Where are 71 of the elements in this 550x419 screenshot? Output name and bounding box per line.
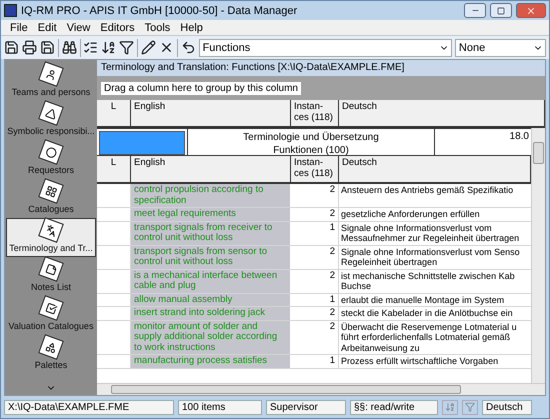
status-user: Supervisor (266, 400, 346, 414)
menu-item[interactable]: View (62, 22, 96, 34)
table-cell: manufacturing process satisfies (131, 355, 291, 368)
group-value: 18.0 (508, 130, 530, 144)
column-header[interactable]: Deutsch (339, 100, 545, 126)
table-cell-text: erlaubt die manuelle Montage im System (340, 294, 506, 306)
app-icon (4, 4, 17, 17)
table-cell: transport signals from receiver to control unit without loss (131, 222, 291, 244)
minimize-button[interactable] (464, 3, 486, 18)
sidebar-item[interactable]: Notes List (6, 257, 96, 296)
column-header[interactable]: Instan- ces (118) (291, 100, 339, 126)
table-cell: 2 (291, 270, 339, 292)
horizontal-scrollbar[interactable] (97, 383, 545, 395)
status-file: X:\IQ-Data\EXAMPLE.FME (4, 400, 174, 414)
column-header[interactable]: English (131, 100, 291, 126)
table-cell-text: Signale ohne Informationsverlust vom Senso Regeleinheit übertragen (340, 246, 521, 268)
table-cell-text: Prozess erfüllt wirtschaftliche Vorgaben (340, 355, 500, 368)
menu-item[interactable]: Edit (32, 22, 62, 34)
vertical-scrollbar[interactable] (531, 128, 545, 383)
sidebar-item[interactable]: Requestors (6, 140, 96, 179)
menu-item[interactable]: Editors (95, 22, 140, 34)
sidebar-item[interactable]: Teams and persons (6, 62, 96, 101)
filter-select[interactable]: None (454, 38, 546, 56)
close-button[interactable] (516, 3, 546, 18)
menu-item[interactable]: Tools (140, 22, 176, 34)
table-cell: 1 (291, 222, 339, 244)
view-select[interactable]: Functions (198, 38, 452, 56)
table-cell-text: ist mechanische Schnittstelle zwischen Kab Buchse (340, 270, 516, 292)
group-title: Terminologie und Übersetzung (243, 131, 379, 144)
column-header[interactable]: English (131, 156, 291, 182)
table-cell: 2 (291, 320, 339, 354)
window-title: IQ-RM PRO - APIS IT GmbH [10000-50] - Data Manager (21, 4, 298, 16)
sidebar-item[interactable]: Catalogues (6, 179, 96, 218)
table-cell: 2 (291, 208, 339, 220)
maximize-icon (497, 6, 505, 14)
table-cell: 1 (291, 355, 339, 368)
sidebar-item[interactable]: Terminology and Tr... (6, 218, 96, 257)
table-cell-text: Signale ohne Informationsverlust vom Messaufnehmer zur Regeleinheit übertragen (340, 222, 520, 244)
sidebar-item[interactable]: Palettes (6, 335, 96, 374)
maximize-button[interactable] (490, 3, 512, 18)
table-cell: 2 (291, 307, 339, 320)
sidebar-item[interactable]: Symbolic responsibi... (6, 101, 96, 140)
table-cell: 2 (291, 246, 339, 268)
table-cell-text: Ansteuern des Antriebs gemäß Spezifikatio (340, 184, 514, 197)
table-cell: allow manual assembly (131, 294, 291, 306)
column-header[interactable]: L (97, 100, 131, 126)
table-cell-text: gesetzliche Anforderungen erfüllen (340, 208, 481, 220)
print-icon[interactable] (22, 38, 37, 58)
close-icon (526, 6, 536, 16)
table-cell: 2 (291, 184, 339, 207)
column-header[interactable]: Instan- ces (118) (291, 156, 339, 182)
table-cell: control propulsion according to specification (131, 184, 291, 207)
status-language: Deutsch (482, 400, 532, 414)
table-cell: monitor amount of solder and supply additional solder according to work instructions (131, 320, 291, 354)
table-cell: insert strand into soldering jack (131, 307, 291, 320)
menu-item[interactable]: Help (175, 22, 208, 34)
table-cell-text: Überwacht die Reservemenge Lotmaterial u führt erforderlichenfalls Lotmaterial gemäß Arbeitanweisung zu (340, 320, 518, 354)
column-header[interactable]: L (97, 156, 131, 182)
table-cell: 1 (291, 294, 339, 306)
sidebar-item[interactable]: Valuation Catalogues (6, 296, 96, 335)
table-cell: is a mechanical interface between cable and plug (131, 270, 291, 292)
pencil-icon[interactable] (140, 38, 156, 58)
status-count: 100 items (178, 400, 262, 414)
status-rights: §§: read/write (350, 400, 438, 414)
table-cell-text: steckt die Kabelader in die Anlötbuchse ein (340, 307, 514, 320)
table-cell: transport signals from sensor to control unit without loss (131, 246, 291, 268)
group-subtitle: Funktionen (100) (273, 144, 349, 157)
table-cell: meet legal requirements (131, 208, 291, 220)
group-hint: Drag a column here to group by this column (101, 82, 301, 94)
panel-title: Terminology and Translation: Functions [X:\IQ-Data\EXAMPLE.FME] (97, 60, 545, 76)
menu-item[interactable]: File (5, 22, 33, 34)
